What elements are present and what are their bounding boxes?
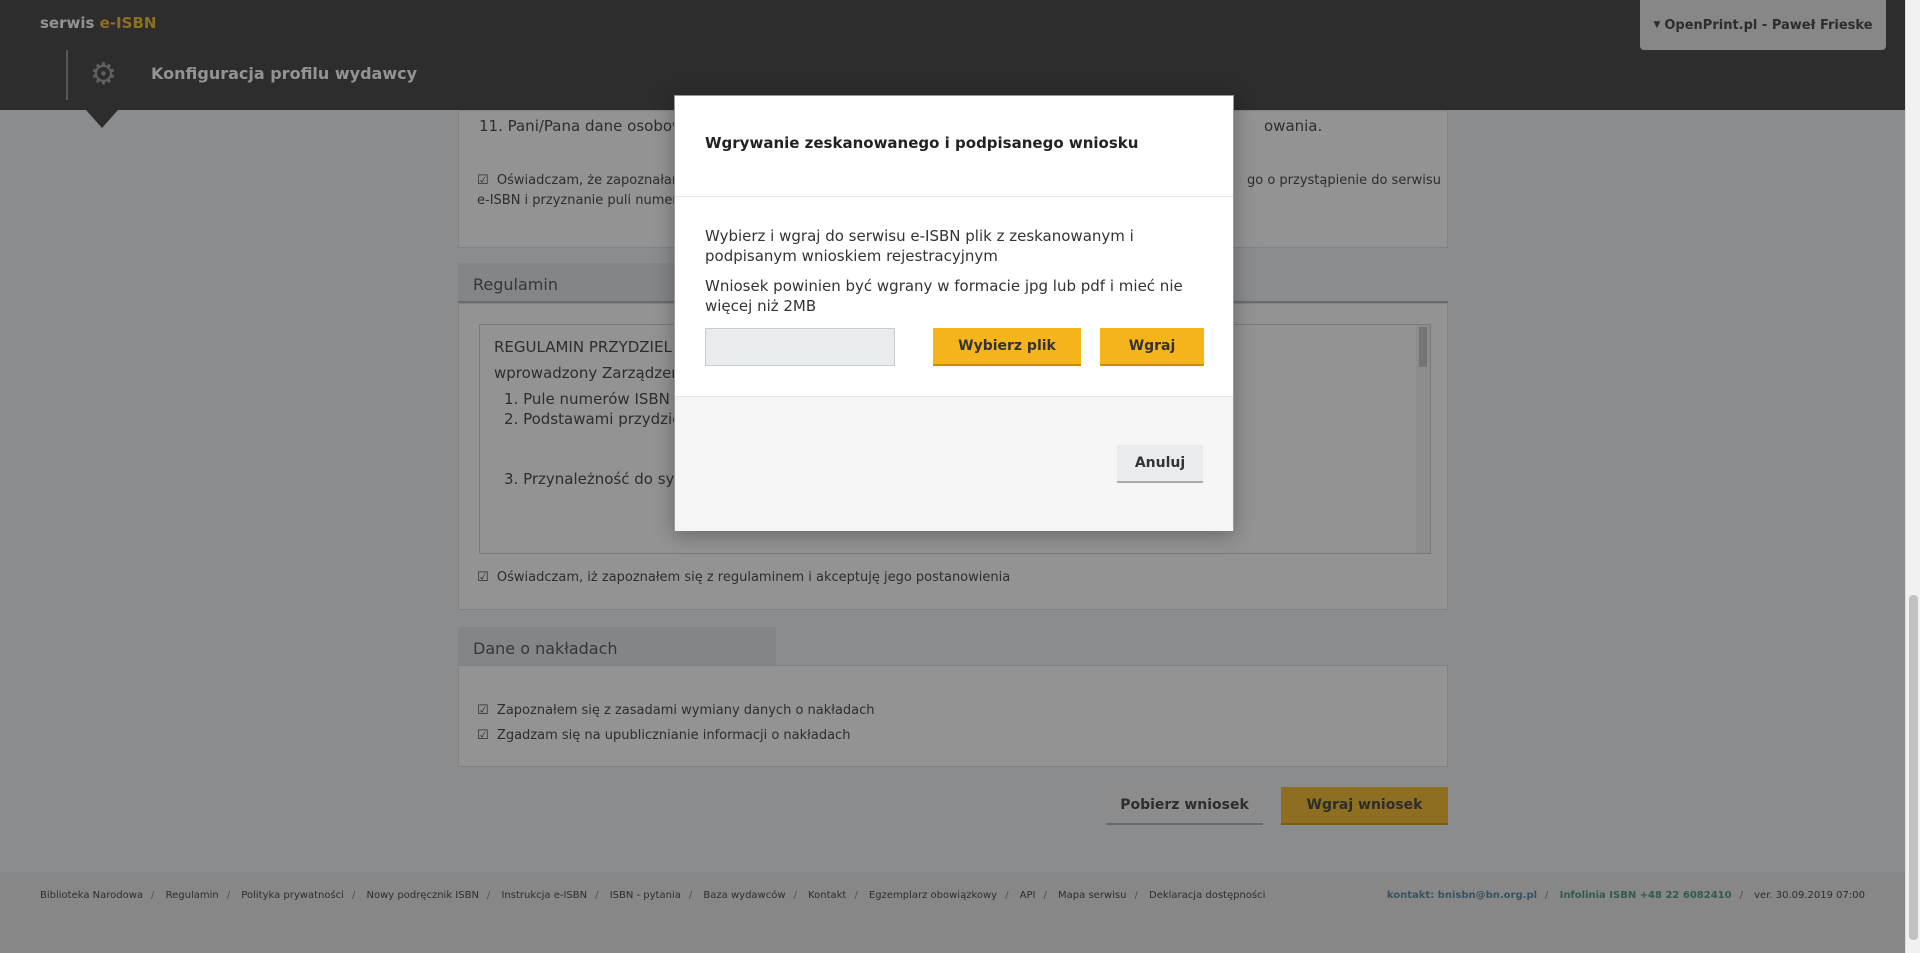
upload-modal: Wgrywanie zeskanowanego i podpisanego wn… [674, 95, 1234, 531]
modal-divider [675, 196, 1233, 197]
modal-format-note: Wniosek powinien być wgrany w formacie j… [705, 277, 1183, 315]
modal-footer: Anuluj [675, 396, 1233, 531]
choose-file-button[interactable]: Wybierz plik [933, 328, 1081, 366]
cancel-button[interactable]: Anuluj [1117, 445, 1203, 483]
modal-title: Wgrywanie zeskanowanego i podpisanego wn… [705, 134, 1139, 152]
file-path-field[interactable] [705, 328, 895, 366]
scrollbar-thumb[interactable] [1909, 595, 1918, 940]
upload-button[interactable]: Wgraj [1100, 328, 1204, 366]
modal-instructions: Wybierz i wgraj do serwisu e-ISBN plik z… [705, 227, 1134, 265]
page-scrollbar[interactable] [1905, 0, 1920, 953]
